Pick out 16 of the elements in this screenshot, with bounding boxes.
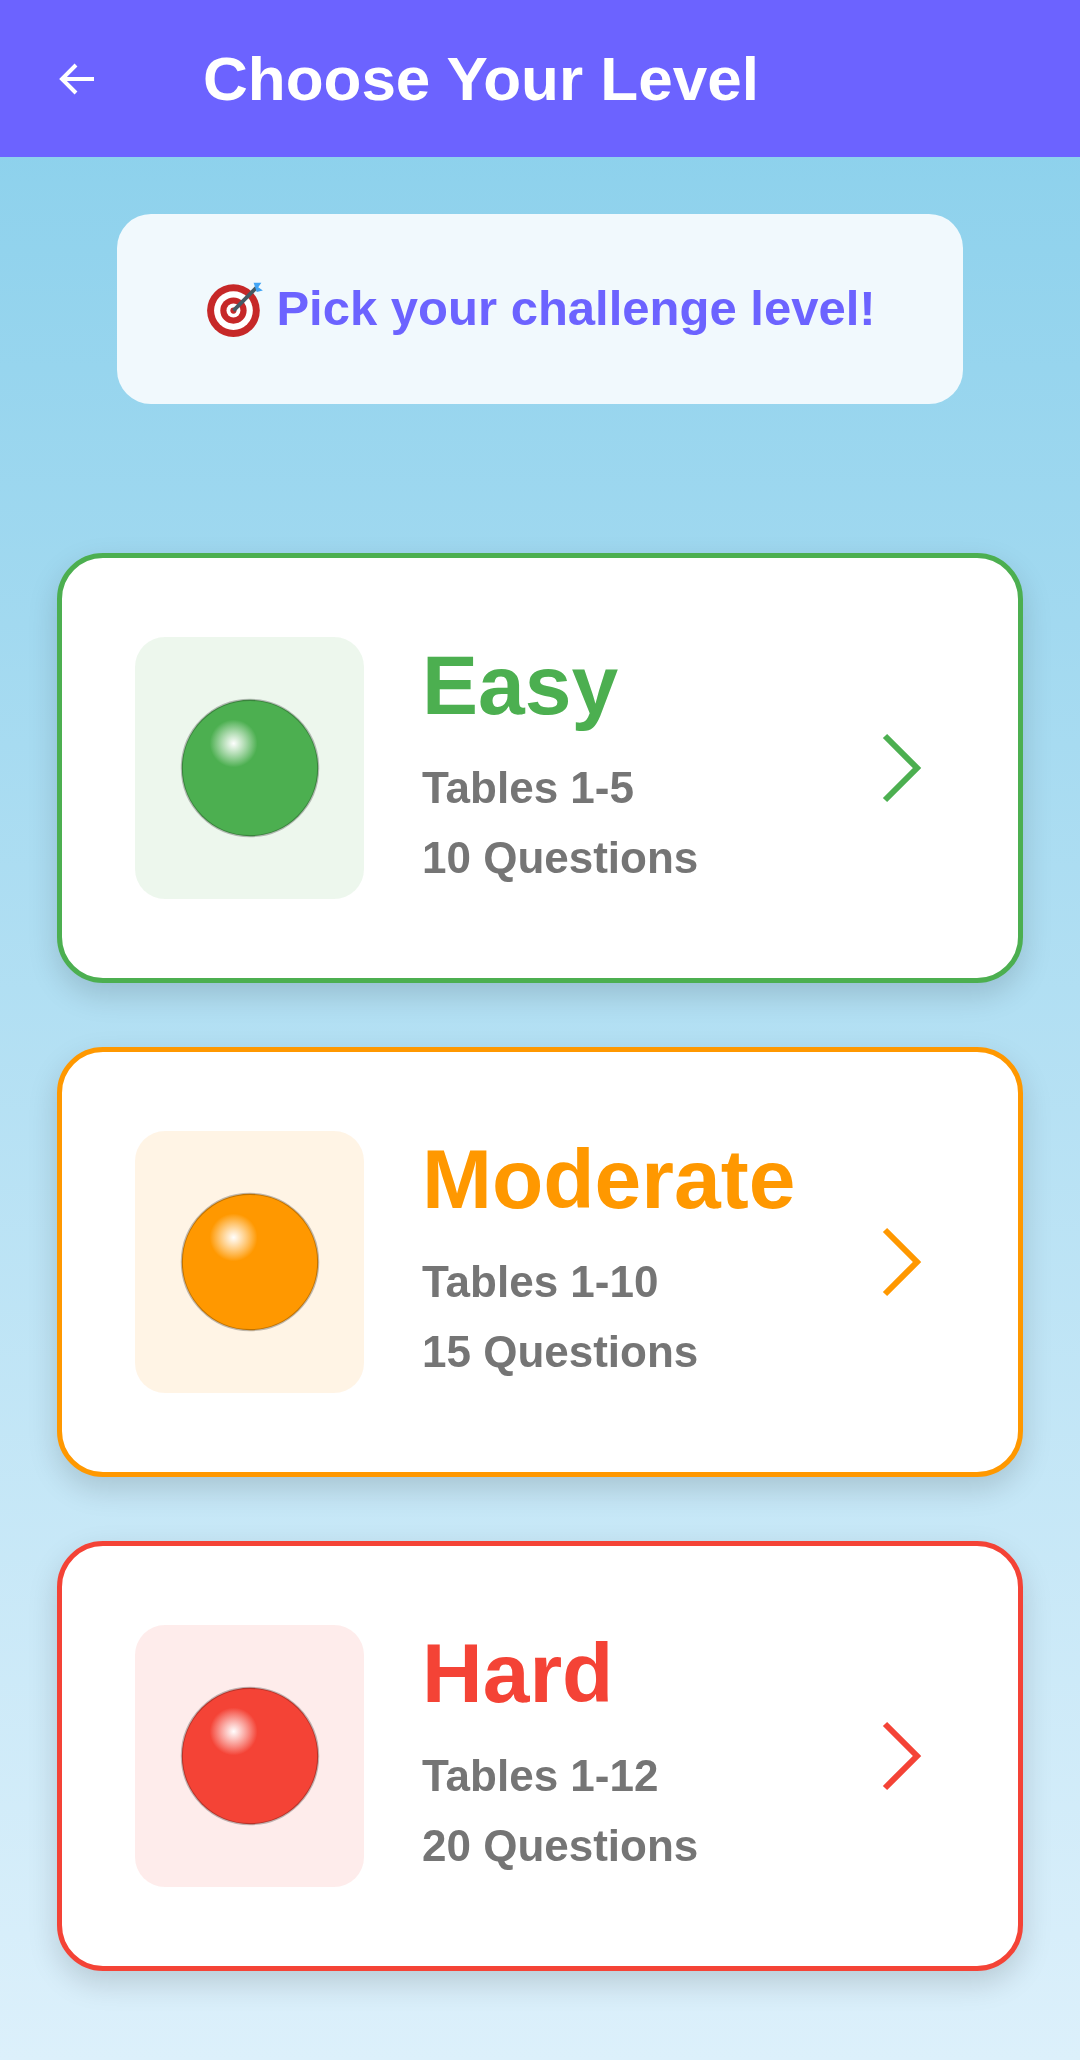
question-count: 10 Questions: [422, 832, 700, 884]
ball-icon: [178, 697, 321, 839]
question-count: 20 Questions: [422, 1820, 700, 1872]
level-card[interactable]: Moderate Tables 1-10 15 Questions: [57, 1047, 1023, 1477]
level-title: Moderate: [422, 1137, 797, 1221]
tables-range: Tables 1-12: [422, 1750, 660, 1802]
level-title: Hard: [422, 1631, 615, 1715]
level-card[interactable]: Hard Tables 1-12 20 Questions: [57, 1541, 1023, 1971]
level-card[interactable]: Easy Tables 1-5 10 Questions: [57, 553, 1023, 983]
ball-icon: [178, 1685, 321, 1827]
tables-range: Tables 1-10: [422, 1256, 660, 1308]
instruction-text: Pick your challenge level!: [276, 280, 876, 338]
question-count: 15 Questions: [422, 1326, 700, 1378]
screen-title: Choose Your Level: [203, 43, 759, 115]
ball-icon: [178, 1191, 321, 1333]
tables-range: Tables 1-5: [422, 762, 635, 814]
